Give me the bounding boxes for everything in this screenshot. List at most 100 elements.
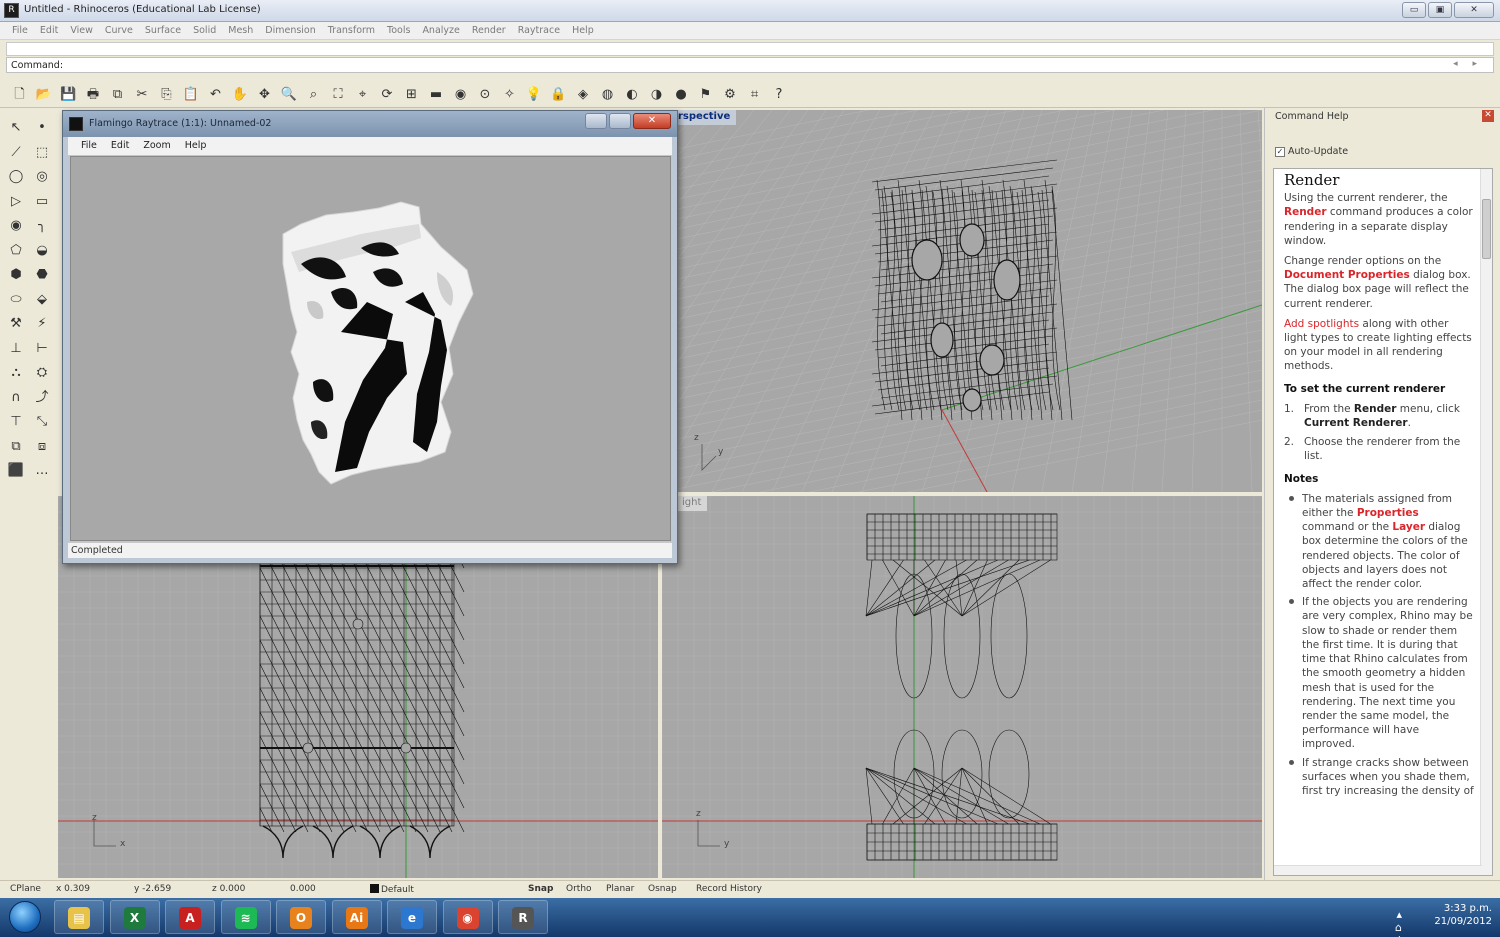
menu-mesh[interactable]: Mesh — [222, 22, 259, 39]
left-tool-icon[interactable]: ⬣ — [32, 265, 52, 285]
left-tool-icon[interactable]: ◎ — [32, 167, 52, 187]
construction-plane-icon[interactable]: ▬ — [427, 85, 446, 104]
left-tool-icon[interactable]: ⊤ — [6, 412, 26, 432]
menu-dimension[interactable]: Dimension — [259, 22, 322, 39]
left-tool-icon[interactable]: ⚒ — [6, 314, 26, 334]
copy-icon[interactable]: ⎘ — [157, 85, 176, 104]
grid-snap-icon[interactable]: ⌗ — [745, 85, 764, 104]
import-icon[interactable]: ⧉ — [108, 85, 127, 104]
menu-edit[interactable]: Edit — [34, 22, 64, 39]
outlook-taskbar-button[interactable]: O — [276, 900, 326, 934]
command-history[interactable] — [6, 42, 1494, 56]
left-tool-icon[interactable]: ⬛ — [6, 461, 26, 481]
left-tool-icon[interactable]: ⛭ — [32, 363, 52, 383]
shaded-sphere-icon[interactable]: ◐ — [623, 85, 642, 104]
chrome-taskbar-button[interactable]: ◉ — [442, 900, 493, 934]
lock-icon[interactable]: 🔒 — [549, 85, 568, 104]
undo-icon[interactable]: ↶ — [206, 85, 225, 104]
menu-curve[interactable]: Curve — [99, 22, 139, 39]
cplane-label[interactable]: CPlane — [10, 884, 41, 894]
render-link[interactable]: Render — [1284, 206, 1327, 218]
save-icon[interactable]: 💾 — [59, 85, 78, 104]
light-icon[interactable]: 💡 — [525, 85, 544, 104]
help-horizontal-scrollbar[interactable] — [1274, 865, 1482, 875]
left-tool-icon[interactable]: ⤡ — [32, 412, 52, 432]
left-tool-icon[interactable]: ⊢ — [32, 339, 52, 359]
maximize-button[interactable]: ▣ — [1428, 2, 1452, 18]
help-icon[interactable]: ? — [770, 85, 789, 104]
left-tool-icon[interactable]: ◉ — [6, 216, 26, 236]
flamingo-menu-zoom[interactable]: Zoom — [136, 137, 177, 155]
pan-icon[interactable]: ✋ — [231, 85, 250, 104]
left-tool-icon[interactable]: ⛬ — [6, 363, 26, 383]
zoom-icon[interactable]: 🔍 — [280, 85, 299, 104]
excel-taskbar-button[interactable]: X — [109, 900, 160, 934]
menu-tools[interactable]: Tools — [381, 22, 416, 39]
new-file-icon[interactable]: 🗋 — [10, 85, 29, 104]
layer-icon[interactable]: ◈ — [574, 85, 593, 104]
open-file-icon[interactable]: 📂 — [35, 85, 54, 104]
help-panel-close-icon[interactable]: ✕ — [1482, 110, 1494, 122]
left-tool-icon[interactable]: ∩ — [6, 388, 26, 408]
right-viewport[interactable]: zy ight — [662, 496, 1262, 878]
spotify-taskbar-button[interactable]: ≋ — [220, 900, 271, 934]
snap-icon[interactable]: ⊙ — [476, 85, 495, 104]
left-tool-icon[interactable]: ⧉ — [6, 437, 26, 457]
paste-icon[interactable]: 📋 — [182, 85, 201, 104]
menu-transform[interactable]: Transform — [322, 22, 381, 39]
left-tool-icon[interactable]: ⟋ — [6, 143, 26, 163]
menu-file[interactable]: File — [6, 22, 34, 39]
left-tool-icon[interactable]: ⬙ — [32, 290, 52, 310]
auto-update-checkbox[interactable]: ✓ Auto-Update — [1275, 146, 1348, 157]
left-tool-icon[interactable]: ⧈ — [32, 437, 52, 457]
illustrator-taskbar-button[interactable]: Ai — [331, 900, 382, 934]
internet-explorer-taskbar-button[interactable]: e — [387, 900, 437, 934]
left-tool-icon[interactable]: … — [32, 461, 52, 481]
menu-solid[interactable]: Solid — [187, 22, 222, 39]
flamingo-menu-file[interactable]: File — [74, 137, 104, 155]
document-properties-link[interactable]: Document Properties — [1284, 269, 1410, 281]
settings-gear-icon[interactable]: ⚙ — [721, 85, 740, 104]
minimize-button[interactable]: ▭ — [1402, 2, 1426, 18]
flamingo-minimize-button[interactable] — [585, 113, 607, 129]
ghosted-sphere-icon[interactable]: ◑ — [647, 85, 666, 104]
rotate-view-icon[interactable]: ⟳ — [378, 85, 397, 104]
help-content-area[interactable]: Render Using the current renderer, the R… — [1273, 168, 1493, 876]
snap-toggle[interactable]: Snap — [528, 884, 553, 894]
start-button[interactable] — [6, 900, 44, 934]
zoom-extents-icon[interactable]: ⛶ — [329, 85, 348, 104]
flamingo-menu-edit[interactable]: Edit — [104, 137, 136, 155]
left-tool-icon[interactable]: ⤴ — [32, 388, 52, 408]
zoom-selected-icon[interactable]: ⌖ — [353, 85, 372, 104]
explorer-taskbar-button[interactable]: ▤ — [54, 900, 104, 934]
perspective-viewport[interactable]: zy rspective — [672, 110, 1262, 492]
left-tool-icon[interactable]: ◯ — [6, 167, 26, 187]
left-tool-icon[interactable]: ◒ — [32, 241, 52, 261]
menu-surface[interactable]: Surface — [139, 22, 187, 39]
command-line[interactable]: Command: ◂ ▸ — [6, 57, 1494, 73]
left-tool-icon[interactable]: ⊥ — [6, 339, 26, 359]
command-scroll-arrows[interactable]: ◂ ▸ — [1453, 59, 1483, 69]
ortho-toggle[interactable]: Ortho — [566, 884, 592, 894]
flamingo-raytrace-window[interactable]: Flamingo Raytrace (1:1): Unnamed-02 ✕ Fi… — [62, 110, 678, 564]
flamingo-title-bar[interactable]: Flamingo Raytrace (1:1): Unnamed-02 ✕ — [63, 111, 677, 137]
flamingo-menu-help[interactable]: Help — [178, 137, 214, 155]
flag-icon[interactable]: ⚑ — [696, 85, 715, 104]
right-viewport-label[interactable]: ight — [676, 496, 708, 511]
left-tool-icon[interactable]: ⚡ — [32, 314, 52, 334]
rhino-taskbar-button[interactable]: R — [498, 900, 548, 934]
left-tool-icon[interactable]: ▷ — [6, 192, 26, 212]
menu-help[interactable]: Help — [566, 22, 600, 39]
cut-icon[interactable]: ✂ — [133, 85, 152, 104]
menu-render[interactable]: Render — [466, 22, 512, 39]
properties-link[interactable]: Properties — [1357, 507, 1419, 519]
left-tool-icon[interactable]: ↖ — [6, 118, 26, 138]
render-sphere-icon[interactable]: ● — [672, 85, 691, 104]
four-viewports-icon[interactable]: ⊞ — [402, 85, 421, 104]
left-tool-icon[interactable]: ⬚ — [32, 143, 52, 163]
left-tool-icon[interactable]: ╮ — [32, 216, 52, 236]
menu-analyze[interactable]: Analyze — [416, 22, 465, 39]
checkbox-checked-icon[interactable]: ✓ — [1275, 146, 1285, 157]
add-spotlights-link[interactable]: Add spotlights — [1284, 318, 1359, 330]
help-vertical-scrollbar[interactable] — [1480, 169, 1492, 875]
